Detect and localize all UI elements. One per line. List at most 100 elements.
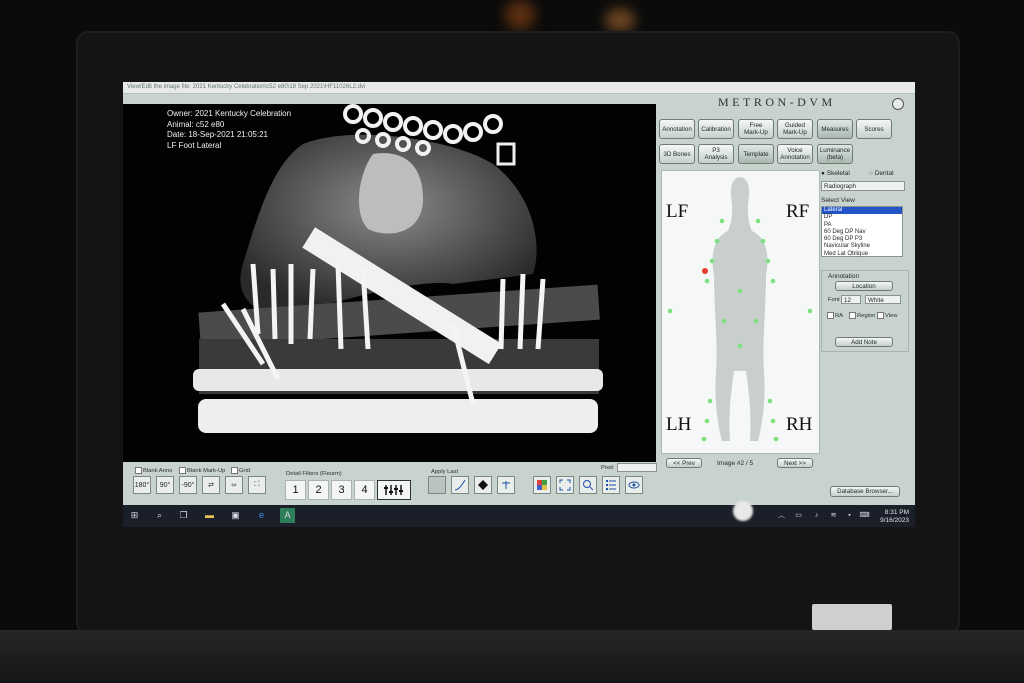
task-view-icon[interactable]: ❐ [178, 510, 189, 521]
pixel-field[interactable] [617, 463, 657, 472]
color-select[interactable]: White [865, 295, 901, 304]
fullscreen-icon[interactable] [556, 476, 574, 494]
dental-radio[interactable]: ○ Dental [869, 170, 894, 177]
measures-button[interactable]: Measures [817, 119, 853, 139]
database-browser-button[interactable]: Database Browser... [830, 486, 900, 497]
pixel-label: Pixel [601, 465, 614, 471]
region-label: Region [857, 313, 876, 320]
3d-bones-button[interactable]: 3D Bones [659, 144, 695, 164]
rotate-180-icon[interactable]: 180° [133, 476, 151, 494]
windows-start-icon[interactable]: ⊞ [129, 510, 140, 521]
view-label: View [885, 313, 898, 320]
gamma-icon[interactable] [497, 476, 515, 494]
rf-label: RF [786, 201, 810, 222]
clock-time: 8:31 PM [884, 509, 909, 516]
scores-button[interactable]: Scores [856, 119, 892, 139]
next-button[interactable]: Next >> [777, 458, 813, 468]
p3-analysis-button[interactable]: P3 Analysis [698, 144, 734, 164]
view-item-oblique[interactable]: Med Lat Oblique [822, 251, 902, 258]
voice-annotation-button[interactable]: Voice Annotation [777, 144, 813, 164]
curve-icon[interactable] [451, 476, 469, 494]
blank-markup-label: Blank Mark-Up [187, 468, 226, 475]
annotation-button[interactable]: Annotation [659, 119, 695, 139]
checklist-icon[interactable] [602, 476, 620, 494]
blank-markup-checkbox[interactable]: Blank Mark-Up [179, 467, 225, 474]
template-button[interactable]: Template [738, 144, 774, 164]
view-item-pa[interactable]: PA [822, 222, 902, 229]
view-item-lateral[interactable]: Lateral [822, 207, 902, 215]
annotation-label: Annotation [828, 273, 860, 280]
font-size-select[interactable]: 12 [841, 295, 861, 304]
dental-label: Dental [874, 170, 894, 177]
taskbar: ⊞ ⌕ ❐ ▬ ▣ e A ︿ ▭ ♪ ≋ ▪ ⌨ 8:31 PM 9/16/2… [123, 505, 915, 527]
animal-text: Animal: c52 e80 [167, 119, 225, 129]
eye-icon[interactable] [625, 476, 643, 494]
tray-up-icon[interactable]: ︿ [776, 510, 787, 521]
filter-3-button[interactable]: 3 [331, 480, 352, 500]
sliders-icon[interactable] [377, 480, 411, 500]
filter-2-button[interactable]: 2 [308, 480, 329, 500]
screen: View/Edit the image file: 2021 Kentucky … [123, 82, 915, 527]
blank-anno-label: Blank Anno [143, 468, 173, 475]
view-checkbox[interactable]: View [877, 312, 897, 319]
contrast-icon[interactable] [474, 476, 492, 494]
file-explorer-icon[interactable]: ▬ [204, 510, 215, 521]
rotate-90-icon[interactable]: 90° [156, 476, 174, 494]
xray-image [193, 104, 603, 433]
filter-4-button[interactable]: 4 [354, 480, 375, 500]
view-item-60-p3[interactable]: 60 Deg DP P3 [822, 236, 902, 243]
apply-last-label: Apply Last [431, 469, 459, 475]
xray-viewport[interactable]: Owner: 2021 Kentucky Celebration Animal:… [123, 104, 656, 462]
location-button[interactable]: Location [835, 281, 893, 291]
zoom-icon[interactable] [579, 476, 597, 494]
rh-label: RH [786, 414, 813, 435]
view-item-dp[interactable]: DP [822, 214, 902, 221]
clock[interactable]: 8:31 PM 9/16/2023 [877, 509, 909, 524]
region-checkbox[interactable]: Region [849, 312, 875, 319]
blank-anno-checkbox[interactable]: Blank Anno [135, 467, 172, 474]
edge-icon[interactable]: e [256, 510, 267, 521]
store-icon[interactable]: ▣ [230, 510, 241, 521]
camera-glare [733, 501, 753, 521]
ra-checkbox[interactable]: RA [827, 312, 843, 319]
network-icon[interactable]: ≋ [828, 510, 839, 521]
free-markup-button[interactable]: Free Mark-Up [738, 119, 774, 139]
xray-metadata: Owner: 2021 Kentucky Celebration Animal:… [167, 109, 291, 151]
guided-markup-button[interactable]: Guided Mark-Up [777, 119, 813, 139]
metron-app-icon[interactable]: A [280, 508, 295, 523]
grid-checkbox[interactable]: Grid [231, 467, 250, 474]
lf-label: LF [666, 201, 689, 222]
luminance-button[interactable]: Luminance (beta) [817, 144, 853, 164]
clock-date: 9/16/2023 [880, 516, 909, 524]
color-grid-icon[interactable] [533, 476, 551, 494]
search-icon[interactable]: ⌕ [154, 510, 165, 521]
ra-label: RA [835, 313, 844, 320]
brand-logo: METRON-DVM [718, 95, 836, 109]
add-note-button[interactable]: Add Note [835, 337, 893, 347]
grid-label: Grid [239, 468, 250, 475]
apply-last-swatch[interactable] [428, 476, 446, 494]
date-text: Date: 18-Sep-2021 21:05:21 [167, 130, 268, 139]
view-item-60-nav[interactable]: 60 Deg DP Nav [822, 229, 902, 236]
skeleton-map[interactable]: LF RF LH RH [661, 170, 820, 454]
volume-icon[interactable]: ♪ [811, 510, 822, 521]
view-list[interactable]: Lateral DP PA 60 Deg DP Nav 60 Deg DP P3… [821, 206, 903, 257]
notification-icon[interactable]: ▪ [844, 510, 855, 521]
skeletal-radio[interactable]: ● Skeletal [821, 170, 850, 177]
select-view-label: Select View [821, 197, 855, 204]
modality-select[interactable]: Radiograph [821, 181, 905, 191]
view-text: LF Foot Lateral [167, 140, 222, 150]
flip-icon[interactable]: ⇄ [202, 476, 220, 494]
crop-icon[interactable]: ⛶ [248, 476, 266, 494]
view-item-skyline[interactable]: Navicular Skyline [822, 243, 902, 250]
mirror-icon[interactable]: ⬄ [225, 476, 243, 494]
filter-1-button[interactable]: 1 [285, 480, 306, 500]
prev-button[interactable]: << Prev [666, 458, 702, 468]
settings-icon[interactable] [892, 98, 904, 110]
rotate-minus-90-icon[interactable]: -90° [179, 476, 197, 494]
skeletal-label: Skeletal [826, 170, 850, 177]
lh-label: LH [666, 414, 692, 435]
calibration-button[interactable]: Calibration [698, 119, 734, 139]
keyboard-icon[interactable]: ⌨ [859, 510, 870, 521]
battery-icon[interactable]: ▭ [793, 510, 804, 521]
